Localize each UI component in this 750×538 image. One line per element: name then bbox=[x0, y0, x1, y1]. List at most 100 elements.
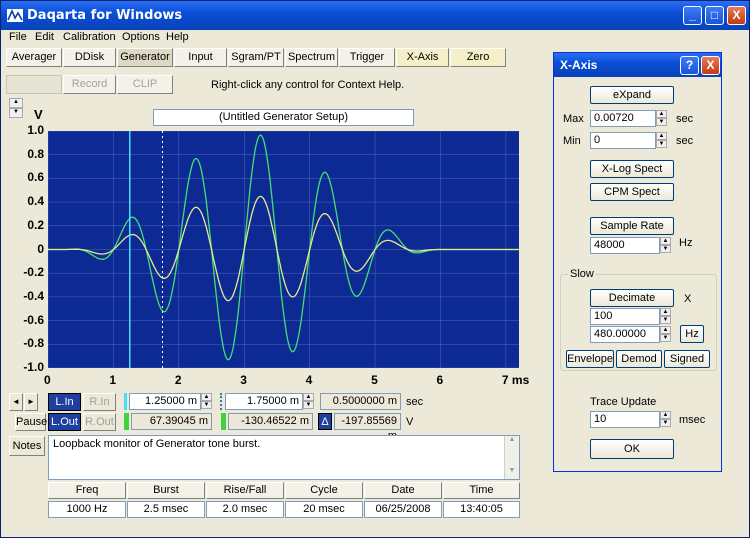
xlog-spect-button[interactable]: X-Log Spect bbox=[590, 160, 674, 178]
spectrum-button[interactable]: Spectrum bbox=[285, 48, 338, 67]
y-unit-label: V bbox=[34, 107, 43, 122]
decimate-hz-spinner[interactable]: ▲ ▼ bbox=[660, 326, 671, 343]
y-tick-label: -0.4 bbox=[23, 288, 44, 303]
signed-button[interactable]: Signed bbox=[664, 350, 710, 368]
averager-button[interactable]: Averager bbox=[6, 48, 62, 67]
input-button[interactable]: Input bbox=[174, 48, 227, 67]
menu-options[interactable]: Options bbox=[122, 31, 160, 43]
x-tick-label: 7 ms bbox=[501, 373, 530, 387]
y-tick-label: -0.6 bbox=[23, 312, 44, 327]
table-cell[interactable]: 13:40:05 bbox=[443, 501, 520, 518]
menu-help[interactable]: Help bbox=[166, 31, 189, 43]
cpm-spect-button[interactable]: CPM Spect bbox=[590, 183, 674, 201]
hz-button[interactable]: Hz bbox=[680, 325, 704, 343]
solid-cursor-marker bbox=[124, 393, 127, 410]
max-input[interactable]: 0.00720 bbox=[590, 110, 656, 127]
x-tick-label: 4 bbox=[305, 373, 313, 387]
close-button[interactable]: X bbox=[727, 6, 746, 25]
sgram-button[interactable]: Sgram/PT bbox=[228, 48, 284, 67]
table-header: Cycle bbox=[285, 482, 363, 499]
x-tick-label: 1 bbox=[109, 373, 117, 387]
envelope-button[interactable]: Envelope bbox=[566, 350, 614, 368]
notes-textarea[interactable]: Loopback monitor of Generator tone burst… bbox=[48, 435, 520, 480]
left-in-button[interactable]: L.In bbox=[48, 393, 81, 411]
dotted-cursor-marker bbox=[220, 393, 224, 410]
sample-rate-input[interactable]: 48000 bbox=[590, 237, 660, 254]
delta-value-field: -197.85569 m bbox=[334, 413, 401, 442]
right-out-button[interactable]: R.Out bbox=[83, 413, 116, 431]
y-tick-label: 0.6 bbox=[27, 170, 44, 185]
trigger-button[interactable]: Trigger bbox=[339, 48, 395, 67]
time-unit-label: sec bbox=[406, 396, 424, 408]
y-tick-label: 0.8 bbox=[27, 146, 44, 161]
notes-button[interactable]: Notes bbox=[9, 436, 45, 456]
max-spinner[interactable]: ▲ ▼ bbox=[656, 110, 667, 127]
table-cell[interactable]: 2.0 msec bbox=[206, 501, 284, 518]
record-button[interactable]: Record bbox=[63, 75, 116, 94]
menu-edit[interactable]: Edit bbox=[35, 31, 54, 43]
notes-scrollbar[interactable]: ▲ ▼ bbox=[504, 436, 519, 479]
dialog-help-button[interactable]: ? bbox=[680, 56, 699, 75]
xaxis-button[interactable]: X-Axis bbox=[396, 48, 449, 67]
table-header: Date bbox=[364, 482, 442, 499]
ddisk-button[interactable]: DDisk bbox=[63, 48, 116, 67]
ok-button[interactable]: OK bbox=[590, 439, 674, 459]
maximize-button[interactable]: □ bbox=[705, 6, 724, 25]
generator-button[interactable]: Generator bbox=[117, 48, 173, 67]
dialog-close-button[interactable]: X bbox=[701, 56, 720, 75]
delta-button[interactable]: Δ bbox=[318, 413, 332, 430]
decimate-input[interactable]: 100 bbox=[590, 308, 660, 325]
sample-rate-spinner[interactable]: ▲ ▼ bbox=[660, 237, 671, 254]
min-input[interactable]: 0 bbox=[590, 132, 656, 149]
trace-update-spinner[interactable]: ▲ ▼ bbox=[660, 411, 671, 428]
table-cell[interactable]: 2.5 msec bbox=[127, 501, 205, 518]
table-cell[interactable]: 20 msec bbox=[285, 501, 363, 518]
y-scale-spinner[interactable]: ▲ ▼ bbox=[9, 98, 23, 118]
left-out-button[interactable]: L.Out bbox=[48, 413, 81, 431]
x-tick-label: 6 bbox=[436, 373, 444, 387]
cursor-right-button[interactable]: ► bbox=[24, 393, 38, 411]
left-cursor-time-field[interactable]: 1.25000 m bbox=[129, 393, 201, 410]
table-header: Freq bbox=[48, 482, 126, 499]
right-cursor-time-field[interactable]: 1.75000 m bbox=[225, 393, 303, 410]
input-trace bbox=[48, 195, 519, 302]
minimize-button[interactable]: _ bbox=[683, 6, 702, 25]
y-tick-label: -0.8 bbox=[23, 336, 44, 351]
help-text: Right-click any control for Context Help… bbox=[211, 79, 405, 91]
expand-button[interactable]: eXpand bbox=[590, 86, 674, 104]
zero-button[interactable]: Zero bbox=[450, 48, 506, 67]
notes-text: Loopback monitor of Generator tone burst… bbox=[53, 438, 261, 450]
dialog-title-bar[interactable]: X-Axis ? X bbox=[554, 53, 721, 77]
decimate-spinner[interactable]: ▲ ▼ bbox=[660, 308, 671, 325]
decimate-button[interactable]: Decimate bbox=[590, 289, 674, 307]
min-spinner[interactable]: ▲ ▼ bbox=[656, 132, 667, 149]
table-cell[interactable]: 06/25/2008 bbox=[364, 501, 442, 518]
right-in-button[interactable]: R.In bbox=[83, 393, 116, 411]
table-header: Time bbox=[443, 482, 520, 499]
menu-file[interactable]: File bbox=[9, 31, 27, 43]
pause-button[interactable]: Pause bbox=[15, 413, 47, 431]
window-title: Daqarta for Windows bbox=[27, 8, 183, 23]
y-tick-label: 0 bbox=[37, 241, 44, 256]
cursor-left-button[interactable]: ◄ bbox=[9, 393, 23, 411]
table-header: Burst bbox=[127, 482, 205, 499]
setup-title-field[interactable]: (Untitled Generator Setup) bbox=[153, 109, 414, 126]
right-cursor-spinner[interactable]: ▲ ▼ bbox=[303, 393, 314, 410]
demod-button[interactable]: Demod bbox=[616, 350, 662, 368]
dialog-title: X-Axis bbox=[560, 58, 598, 72]
menu-calibration[interactable]: Calibration bbox=[63, 31, 116, 43]
sample-rate-button[interactable]: Sample Rate bbox=[590, 217, 674, 235]
volt-unit-label: V bbox=[406, 416, 414, 428]
table-cell[interactable]: 1000 Hz bbox=[48, 501, 126, 518]
waveform-plot[interactable] bbox=[47, 130, 519, 369]
trace-update-input[interactable]: 10 bbox=[590, 411, 660, 428]
left-cursor-spinner[interactable]: ▲ ▼ bbox=[201, 393, 212, 410]
min-label: Min bbox=[563, 135, 581, 147]
sample-rate-unit: Hz bbox=[679, 237, 693, 249]
clip-button[interactable]: CLIP bbox=[117, 75, 173, 94]
title-bar[interactable]: Daqarta for Windows _ □ X bbox=[1, 1, 749, 30]
output-trace bbox=[48, 134, 519, 361]
y-tick-label: -0.2 bbox=[23, 265, 44, 280]
span-time-field: 0.5000000 m bbox=[320, 393, 401, 410]
decimate-hz-input[interactable]: 480.00000 bbox=[590, 326, 660, 343]
